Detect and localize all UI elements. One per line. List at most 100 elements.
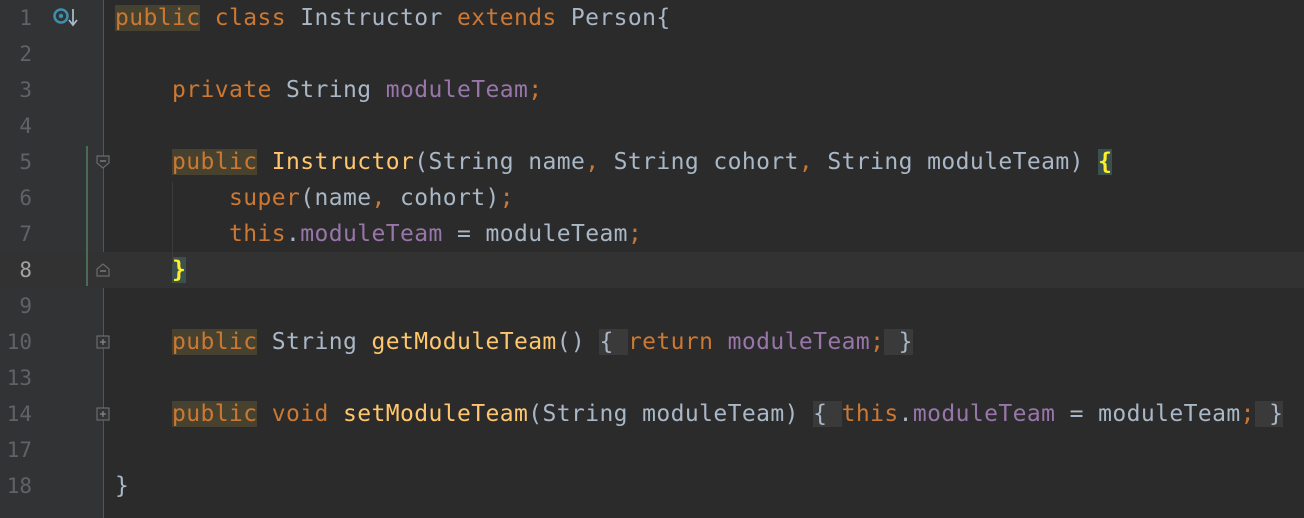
code-line[interactable]: 10 public String getModuleTeam() { retur… [0,324,1304,360]
code-token: () [556,329,600,355]
code-token: ; [870,329,885,355]
code-token: } [115,473,130,499]
code-token: ; [627,221,643,247]
code-line[interactable]: 2 [0,36,1304,72]
code-line[interactable]: 14 public void setModuleTeam(String modu… [0,396,1304,432]
code-token: Instructor [271,149,415,175]
code-token: } [172,257,187,283]
code-token: String cohort [599,149,799,175]
code-token: moduleTeam [912,401,1056,427]
fold-end-icon[interactable] [95,262,111,278]
code-line[interactable]: 17 [0,432,1304,468]
code-token: , [371,185,386,211]
code-text[interactable]: super(name, cohort); [115,184,514,212]
code-token: moduleTeam [300,221,443,247]
code-token: } [1254,401,1284,427]
line-number: 4 [19,114,32,138]
fold-collapse-icon[interactable] [95,154,111,170]
code-line[interactable]: 6 super(name, cohort); [0,180,1304,216]
code-token: moduleTeam [385,77,529,103]
code-text[interactable]: public class Instructor extends Person{ [115,4,671,32]
line-number: 5 [19,150,32,174]
code-token: this [841,401,899,427]
fold-expand-icon[interactable] [95,406,111,422]
vcs-change-marker[interactable] [86,146,88,286]
line-number: 6 [19,186,32,210]
code-text[interactable]: public Instructor(String name, String co… [115,148,1113,176]
code-token: ; [528,77,543,103]
code-token: { [813,401,842,427]
code-token: String moduleTeam) [813,149,1099,175]
line-number: 17 [6,438,32,462]
line-number: 2 [19,42,32,66]
line-number: 7 [19,222,32,246]
line-number: 3 [19,78,32,102]
code-token: . [898,401,913,427]
line-number: 18 [6,474,32,498]
code-token: (String moduleTeam) [528,401,814,427]
code-token: ; [1240,401,1255,427]
code-line[interactable]: 3 private String moduleTeam; [0,72,1304,108]
code-token: , [798,149,814,175]
code-token: this [228,221,286,247]
overrides-method-icon[interactable] [52,6,80,30]
code-line[interactable]: 7 this.moduleTeam = moduleTeam; [0,216,1304,252]
code-line[interactable]: 18} [0,468,1304,504]
code-token: (String name [414,149,586,175]
indent-guide [172,182,173,264]
code-line[interactable]: 8 } [0,252,1304,288]
code-token: setModuleTeam [342,401,529,427]
code-token: public [172,329,258,355]
line-number: 1 [19,6,32,30]
code-token: (name [300,185,372,211]
code-token: { [599,329,628,355]
code-token: getModuleTeam [371,329,557,355]
code-text[interactable]: private String moduleTeam; [115,76,542,104]
line-number: 14 [6,402,32,426]
code-text[interactable]: public String getModuleTeam() { return m… [115,328,913,356]
line-number: 8 [19,258,32,282]
code-text[interactable]: public void setModuleTeam(String moduleT… [115,400,1284,428]
fold-expand-icon[interactable] [95,334,111,350]
code-token: , [585,149,600,175]
code-token: private [172,77,272,103]
code-token: public [172,401,258,427]
code-token: super [228,185,301,211]
code-token: Person{ [556,5,671,31]
code-token: { [1098,149,1113,175]
code-text[interactable]: } [115,472,129,500]
line-number: 9 [19,294,32,318]
code-text[interactable]: this.moduleTeam = moduleTeam; [115,220,642,248]
code-token: return [627,329,714,355]
code-line[interactable]: 1 public class Instructor extends Person{ [0,0,1304,36]
line-number: 13 [6,366,32,390]
code-token: . [285,221,301,247]
code-line[interactable]: 13 [0,360,1304,396]
code-token: } [884,329,913,355]
code-line[interactable]: 4 [0,108,1304,144]
code-token: moduleTeam [727,329,871,355]
line-number: 10 [6,330,32,354]
code-line[interactable]: 9 [0,288,1304,324]
code-token: = moduleTeam [442,221,628,247]
code-token: public [172,149,258,175]
code-token: String [271,77,386,103]
code-line[interactable]: 5 public Instructor(String name, String … [0,144,1304,180]
code-text[interactable]: } [115,256,187,284]
code-editor[interactable]: 1 public class Instructor extends Person{… [0,0,1304,518]
code-token: class [214,5,286,31]
code-token: ; [499,185,514,211]
code-token: extends [456,5,557,31]
code-token: cohort) [385,185,500,211]
code-token: void [271,401,329,427]
code-token: String [257,329,372,355]
